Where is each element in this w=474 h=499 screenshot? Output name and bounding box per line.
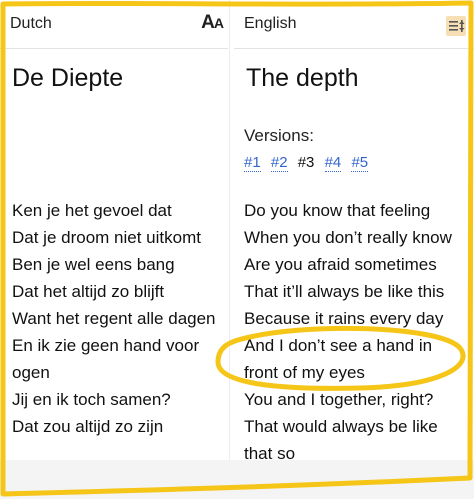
version-link-5[interactable]: #5 bbox=[351, 154, 369, 172]
dutch-lyric-line: Ben je wel eens bang bbox=[12, 255, 175, 274]
english-lyric-line: front of my eyes bbox=[244, 363, 365, 382]
dutch-lyric-line: Dat het altijd zo blijft bbox=[12, 282, 165, 301]
text-size-icon[interactable]: AA bbox=[201, 13, 224, 32]
version-link-1[interactable]: #1 bbox=[244, 154, 261, 172]
english-lyric-line: When you don’t really know bbox=[244, 228, 452, 247]
versions-list: #1 #2 #3 #4 #5 bbox=[244, 154, 374, 172]
dutch-lyric-line: ogen bbox=[12, 363, 50, 382]
version-link-2[interactable]: #2 bbox=[270, 154, 288, 172]
versions-label: Versions: bbox=[244, 126, 314, 145]
dutch-lyrics: Ken je het gevoel dat Dat je droom niet … bbox=[12, 197, 216, 440]
english-language-label: English bbox=[244, 15, 297, 32]
english-lyric-line: Because it rains every day bbox=[244, 309, 444, 328]
dutch-lyric-line: En ik zie geen hand voor bbox=[12, 336, 200, 355]
english-lyric-line: And I don’t see a hand in bbox=[244, 336, 433, 355]
english-title: The depth bbox=[246, 64, 359, 92]
dutch-language-label: Dutch bbox=[10, 15, 52, 32]
english-lyric-line: That it’ll always be like this bbox=[244, 282, 445, 301]
version-current-3: #3 bbox=[297, 154, 315, 171]
page-footer bbox=[0, 460, 474, 499]
dutch-lyric-line: Ken je het gevoel dat bbox=[12, 201, 172, 220]
dutch-lyric-line: Jij en ik toch samen? bbox=[12, 390, 171, 409]
english-lyric-line: Do you know that feeling bbox=[244, 201, 431, 220]
menu-icon[interactable] bbox=[446, 16, 466, 36]
dutch-lyric-line: Dat je droom niet uitkomt bbox=[12, 228, 201, 247]
version-link-4[interactable]: #4 bbox=[324, 154, 342, 172]
english-lyric-line: Are you afraid sometimes bbox=[244, 255, 437, 274]
dutch-lyric-line: Want het regent alle dagen bbox=[12, 309, 216, 328]
english-header: English bbox=[234, 0, 474, 49]
dutch-title: De Diepte bbox=[12, 64, 124, 92]
english-lyric-line: That would always be like bbox=[244, 417, 438, 436]
column-divider bbox=[229, 0, 230, 460]
dutch-lyric-line: Dat zou altijd zo zijn bbox=[12, 417, 164, 436]
dutch-header: Dutch AA bbox=[0, 0, 228, 49]
english-lyric-line: You and I together, right? bbox=[244, 390, 434, 409]
english-lyrics: Do you know that feeling When you don’t … bbox=[244, 197, 452, 467]
